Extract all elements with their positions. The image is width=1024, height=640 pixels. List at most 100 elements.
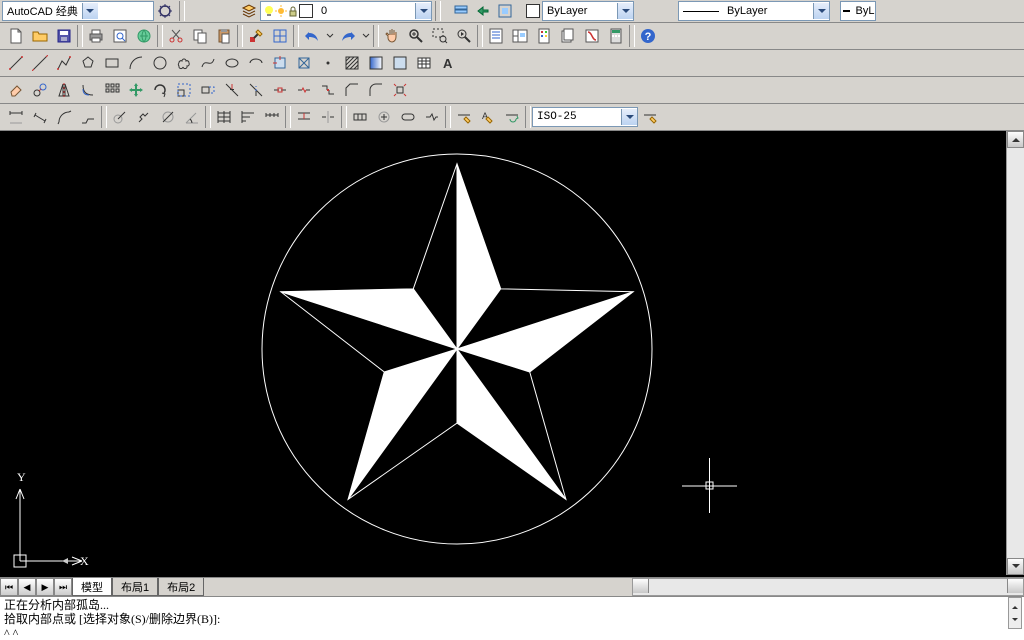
dim-radius-icon[interactable] [108,105,132,129]
zoom-previous-icon[interactable] [452,24,476,48]
dim-angular-icon[interactable] [180,105,204,129]
design-center-icon[interactable] [508,24,532,48]
pan-icon[interactable] [380,24,404,48]
command-scroll[interactable] [1008,597,1022,629]
stretch-icon[interactable] [196,78,220,102]
redo-icon[interactable] [336,24,360,48]
dim-jog-line-icon[interactable] [420,105,444,129]
dim-space-icon[interactable] [292,105,316,129]
erase-icon[interactable] [4,78,28,102]
multiline-text-icon[interactable]: A [436,51,460,75]
spline-icon[interactable] [196,51,220,75]
layer-previous-icon[interactable] [472,0,494,22]
hatch-icon[interactable] [340,51,364,75]
dim-continue-icon[interactable] [260,105,284,129]
undo-icon[interactable] [300,24,324,48]
save-icon[interactable] [52,24,76,48]
make-block-icon[interactable] [292,51,316,75]
region-icon[interactable] [388,51,412,75]
publish-icon[interactable] [132,24,156,48]
workspace-settings-icon[interactable] [154,0,176,22]
markup-icon[interactable] [580,24,604,48]
dim-aligned-icon[interactable] [28,105,52,129]
tab-first-button[interactable]: ⏮ [0,578,18,596]
open-icon[interactable] [28,24,52,48]
rectangle-icon[interactable] [100,51,124,75]
zoom-realtime-icon[interactable] [404,24,428,48]
break-icon[interactable] [292,78,316,102]
tab-next-button[interactable]: ▶ [36,578,54,596]
explode-icon[interactable] [388,78,412,102]
scroll-right-button[interactable] [1007,579,1023,593]
dim-arc-icon[interactable] [52,105,76,129]
arc-icon[interactable] [124,51,148,75]
ellipse-arc-icon[interactable] [244,51,268,75]
color-dropdown[interactable]: ByLayer [542,1,634,21]
circle-icon[interactable] [148,51,172,75]
scroll-left-button[interactable] [633,579,649,593]
layer-states-icon[interactable] [450,0,472,22]
dim-linear-icon[interactable] [4,105,28,129]
trim-icon[interactable] [220,78,244,102]
construction-line-icon[interactable] [28,51,52,75]
break-at-point-icon[interactable] [268,78,292,102]
quick-dim-icon[interactable] [212,105,236,129]
center-mark-icon[interactable] [372,105,396,129]
dim-text-edit-icon[interactable]: A [476,105,500,129]
dim-diameter-icon[interactable] [156,105,180,129]
redo-dropdown-icon[interactable] [360,24,372,48]
workspace-dropdown[interactable]: AutoCAD 经典 [2,1,154,21]
dim-jogged-icon[interactable] [132,105,156,129]
plot-preview-icon[interactable] [108,24,132,48]
match-properties-icon[interactable] [244,24,268,48]
ellipse-icon[interactable] [220,51,244,75]
offset-icon[interactable] [76,78,100,102]
cut-icon[interactable] [164,24,188,48]
quickcalc-icon[interactable] [604,24,628,48]
scroll-up-button[interactable] [1007,131,1024,148]
layer-manager-icon[interactable] [238,0,260,22]
copy-icon[interactable] [188,24,212,48]
revision-cloud-icon[interactable] [172,51,196,75]
scale-icon[interactable] [172,78,196,102]
dim-baseline-icon[interactable] [236,105,260,129]
table-icon[interactable] [412,51,436,75]
copy-object-icon[interactable] [28,78,52,102]
tab-model[interactable]: 模型 [72,578,112,596]
mirror-icon[interactable] [52,78,76,102]
point-icon[interactable] [316,51,340,75]
polyline-icon[interactable] [52,51,76,75]
cmd-scroll-down[interactable] [1009,613,1021,628]
paste-icon[interactable] [212,24,236,48]
tab-layout2[interactable]: 布局2 [158,578,204,596]
dim-ordinate-icon[interactable] [76,105,100,129]
vertical-scrollbar[interactable] [1006,131,1024,575]
tolerance-icon[interactable] [348,105,372,129]
horizontal-scrollbar[interactable] [632,578,1024,596]
dim-style-dropdown[interactable]: ISO-25 [532,107,638,127]
dim-update-icon[interactable] [500,105,524,129]
insert-block-icon[interactable] [268,51,292,75]
dim-style-manager-icon[interactable] [638,105,662,129]
lineweight-dropdown[interactable]: ByL [840,1,876,21]
cmd-scroll-up[interactable] [1009,598,1021,613]
array-icon[interactable] [100,78,124,102]
block-editor-icon[interactable] [268,24,292,48]
fillet-icon[interactable] [364,78,388,102]
rotate-icon[interactable] [148,78,172,102]
undo-dropdown-icon[interactable] [324,24,336,48]
new-file-icon[interactable] [4,24,28,48]
line-icon[interactable] [4,51,28,75]
move-icon[interactable] [124,78,148,102]
tab-last-button[interactable]: ⏭ [54,578,72,596]
sheet-set-icon[interactable] [556,24,580,48]
gradient-icon[interactable] [364,51,388,75]
scroll-down-button[interactable] [1007,558,1024,575]
tab-prev-button[interactable]: ◀ [18,578,36,596]
help-icon[interactable]: ? [636,24,660,48]
layer-iso-icon[interactable] [494,0,516,22]
inspection-icon[interactable] [396,105,420,129]
properties-icon[interactable] [484,24,508,48]
zoom-window-icon[interactable] [428,24,452,48]
print-icon[interactable] [84,24,108,48]
